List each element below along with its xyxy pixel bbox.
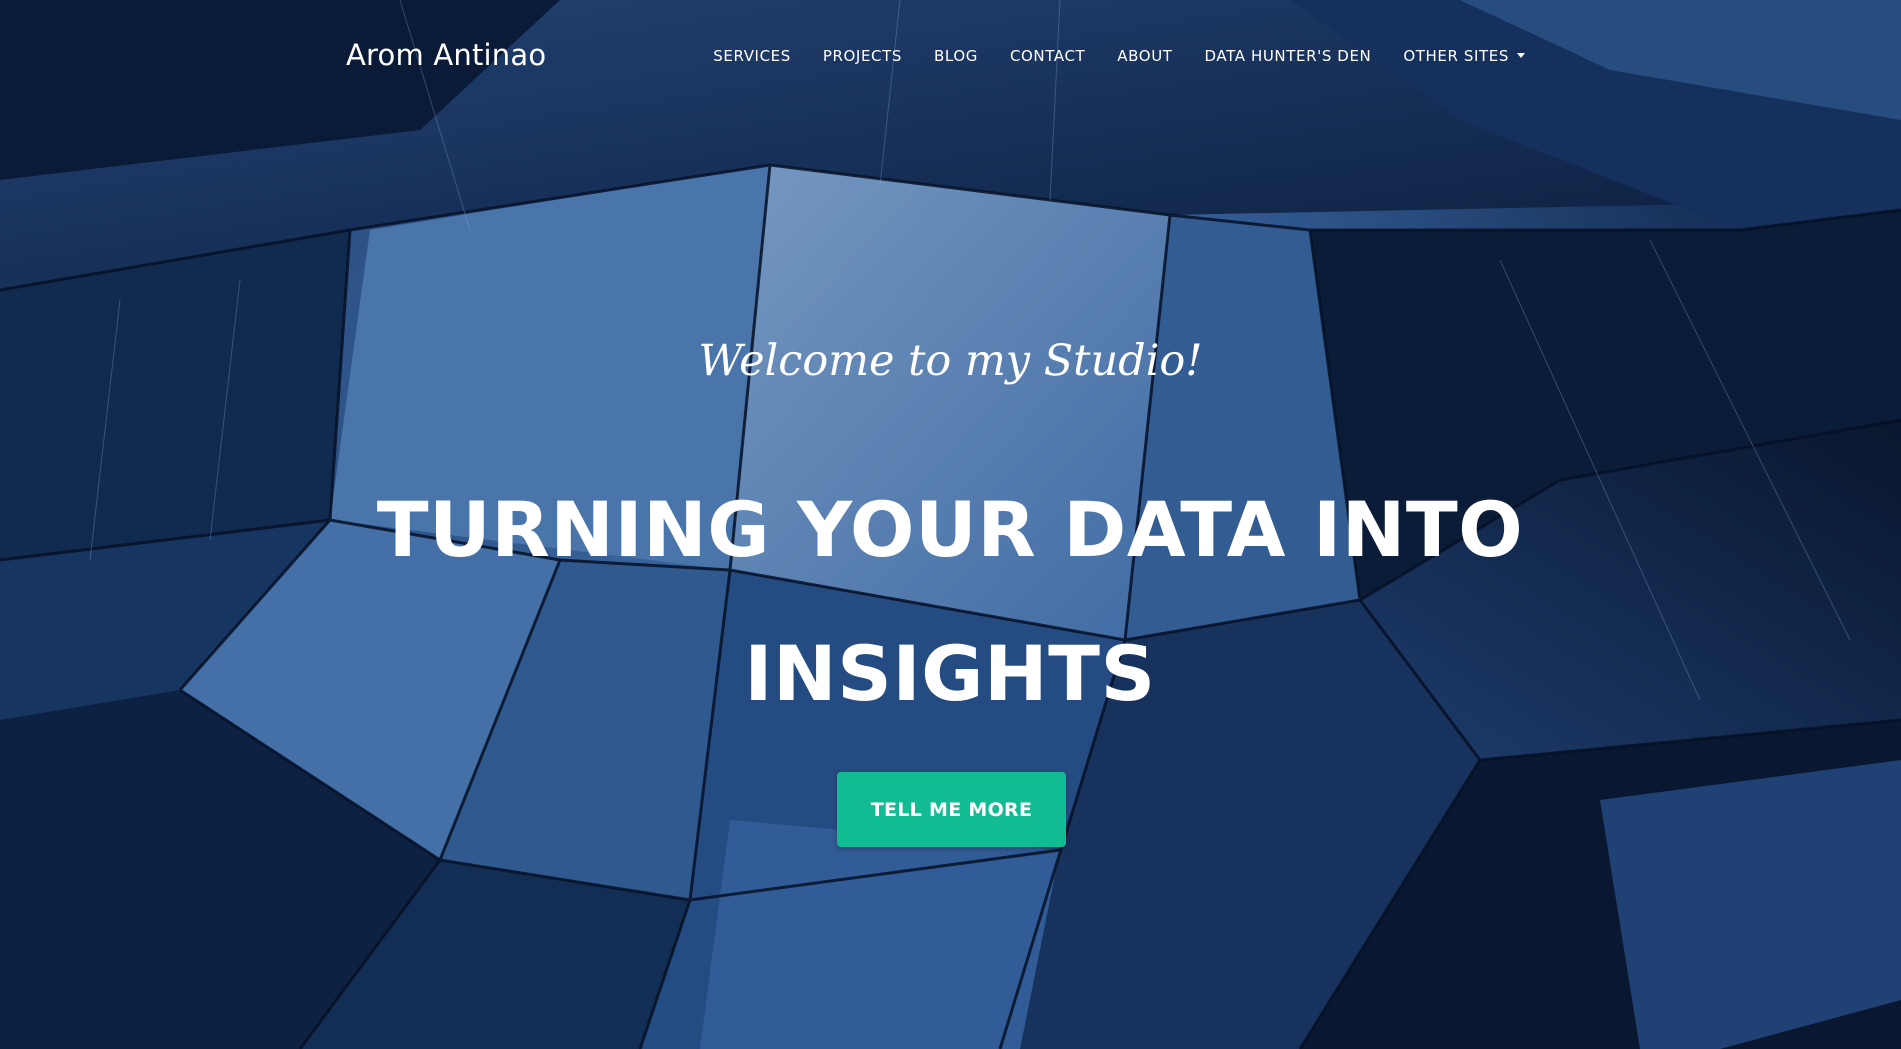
page: Arom Antinao SERVICES PROJECTS BLOG CONT…: [0, 0, 1901, 1049]
hero-subheading: Welcome to my Studio!: [698, 336, 1203, 386]
tell-me-more-button[interactable]: TELL ME MORE: [837, 772, 1066, 847]
hero-section: Welcome to my Studio! TURNING YOUR DATA …: [0, 0, 1901, 1049]
hero-heading: TURNING YOUR DATA INTO INSIGHTS: [376, 485, 1524, 718]
